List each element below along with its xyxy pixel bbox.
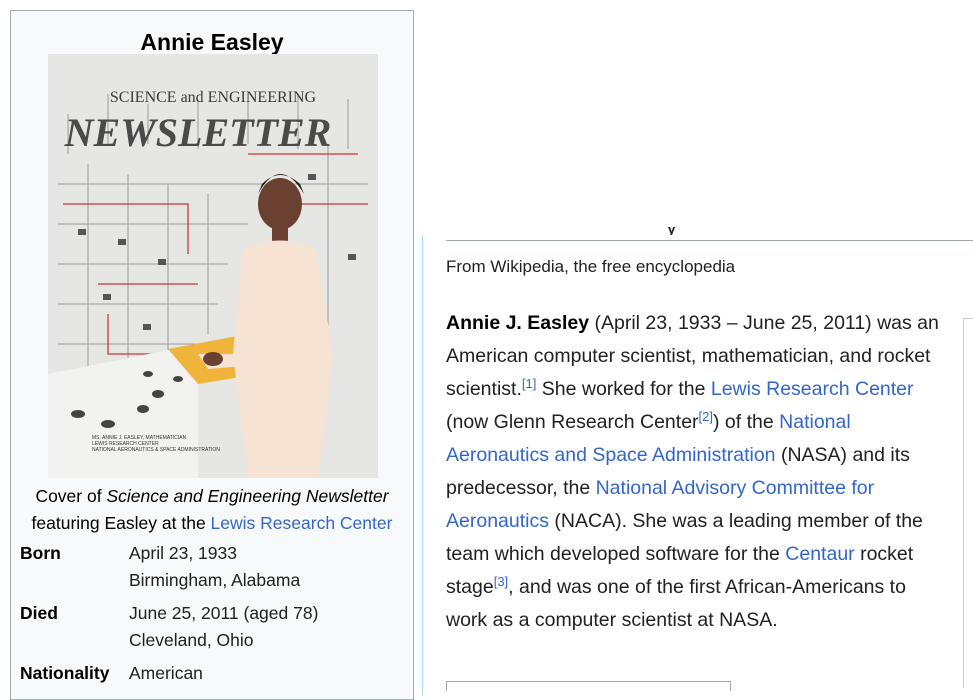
link-centaur[interactable]: Centaur — [785, 543, 854, 565]
nationality-label: Nationality — [20, 663, 110, 683]
newsletter-title: Science and Engineering Newsletter — [106, 486, 389, 506]
contents-box-edge — [446, 681, 731, 691]
cover-image[interactable]: SCIENCE and ENGINEERING NEWSLETTER MS. A… — [48, 54, 378, 478]
infobox-title: Annie Easley — [140, 29, 284, 55]
link-lewis-research-center[interactable]: Lewis Research Center — [711, 378, 914, 400]
reference-1[interactable]: [1] — [522, 376, 536, 391]
svg-text:SCIENCE and ENGINEERING: SCIENCE and ENGINEERING — [110, 89, 317, 106]
died-date: June 25, 2011 (aged 78) — [129, 603, 319, 623]
nationality-value: American — [129, 663, 203, 683]
infobox: Annie Easley SCIENCE and ENGINEERING NEW… — [10, 10, 414, 700]
heading-underline — [446, 240, 973, 241]
link-lewis-research-center-caption[interactable]: Lewis Research Center — [211, 513, 393, 533]
lead-paragraph: Annie J. Easley (April 23, 1933 – June 2… — [446, 312, 939, 631]
born-date: April 23, 1933 — [129, 543, 237, 563]
reference-2[interactable]: [2] — [699, 409, 713, 424]
heading-partial-glyph: y — [666, 227, 680, 235]
link-birmingham-alabama[interactable]: Birmingham, Alabama — [129, 567, 300, 594]
svg-text:NEWSLETTER: NEWSLETTER — [64, 110, 332, 155]
svg-text:NATIONAL AERONAUTICS & SPACE A: NATIONAL AERONAUTICS & SPACE ADMINISTRAT… — [92, 447, 220, 453]
link-cleveland-ohio[interactable]: Cleveland, Ohio — [129, 627, 254, 654]
article-subject-name: Annie J. Easley — [446, 312, 590, 334]
image-caption: Cover of Science and Engineering Newslet… — [31, 486, 393, 533]
born-label: Born — [20, 543, 61, 563]
died-label: Died — [20, 603, 58, 623]
sidebar-box-edge — [963, 318, 973, 688]
site-tagline: From Wikipedia, the free encyclopedia — [446, 257, 736, 276]
reference-3[interactable]: [3] — [494, 574, 508, 589]
